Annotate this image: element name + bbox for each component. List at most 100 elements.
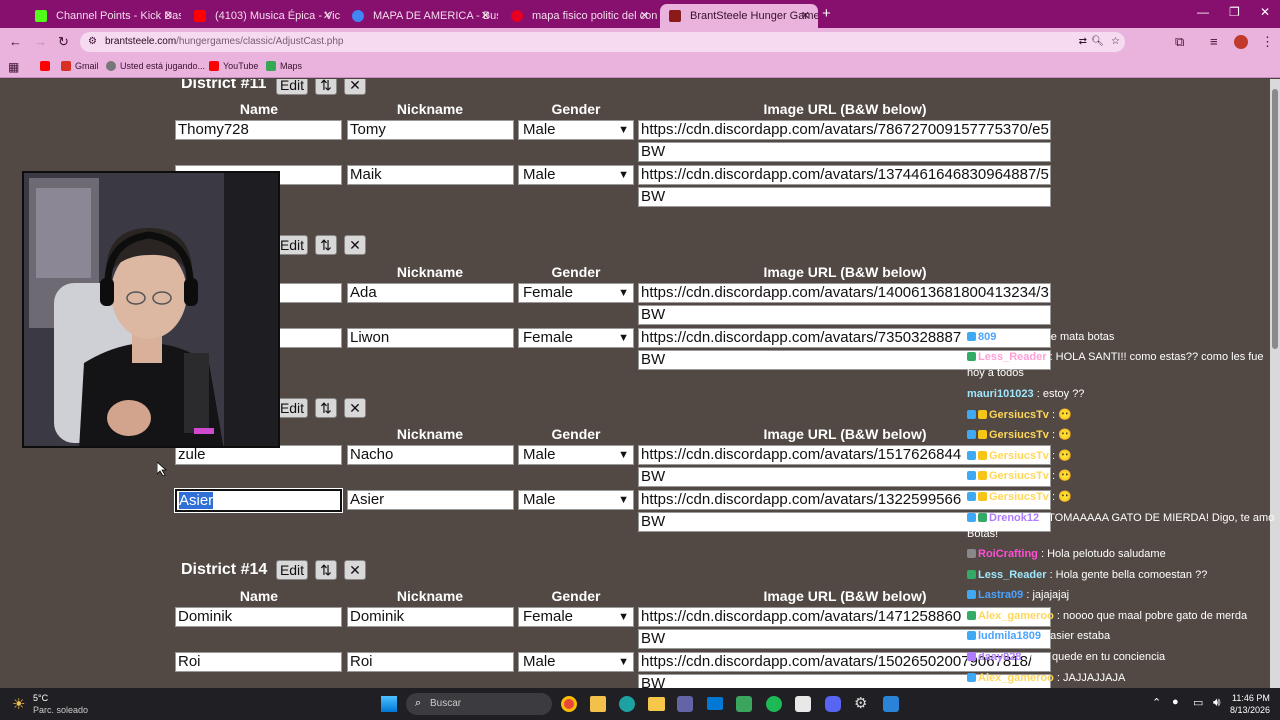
microphone-icon[interactable]: ●	[1172, 696, 1179, 708]
image-url-input[interactable]: https://cdn.discordapp.com/avatars/14006…	[638, 283, 1051, 303]
minimize-icon[interactable]: —	[1197, 5, 1209, 19]
security-icon[interactable]	[736, 696, 752, 712]
swap-icon[interactable]: ⇅	[315, 398, 337, 418]
network-icon[interactable]: ▭	[1193, 696, 1203, 709]
close-tab-icon[interactable]: ✕	[801, 9, 810, 22]
gender-select[interactable]: Female ▼	[518, 607, 634, 627]
mail-icon[interactable]	[707, 697, 723, 710]
tab[interactable]: mapa fisico politic del continen ✕	[502, 4, 657, 28]
translate-icon[interactable]: ⇄	[1079, 32, 1087, 52]
new-tab-icon[interactable]: +	[822, 5, 831, 22]
col-header-gender: Gender	[551, 588, 601, 604]
edit-button[interactable]: Edit	[276, 235, 308, 255]
file-explorer-icon[interactable]	[648, 697, 665, 711]
close-tab-icon[interactable]: ✕	[164, 9, 173, 22]
bookmark-star-icon[interactable]: ☆	[1111, 32, 1120, 52]
gender-select[interactable]: Female ▼	[518, 283, 634, 303]
nickname-input[interactable]: Tomy	[347, 120, 514, 140]
tab[interactable]: (4103) Musica Épica - Victory - ✕	[185, 4, 340, 28]
taskbar-search[interactable]: ⌕ Buscar	[406, 693, 552, 715]
weather-icon[interactable]: ☀	[12, 695, 25, 713]
delete-icon[interactable]: ✕	[344, 79, 366, 95]
gender-select[interactable]: Male ▼	[518, 652, 634, 672]
volume-icon[interactable]: 🔊︎	[1213, 695, 1221, 710]
settings-gear-icon[interactable]: ⚙	[854, 694, 867, 712]
gender-select[interactable]: Male ▼	[518, 490, 634, 510]
edge-icon[interactable]	[619, 696, 635, 712]
edit-button[interactable]: Edit	[276, 79, 308, 95]
zoom-icon[interactable]: 🔍︎	[1091, 32, 1104, 52]
gender-select[interactable]: Female ▼	[518, 328, 634, 348]
name-input-focused[interactable]: Asier	[174, 488, 343, 513]
swap-icon[interactable]: ⇅	[315, 560, 337, 580]
discord-icon[interactable]	[825, 696, 841, 712]
windows-start-icon[interactable]	[381, 696, 397, 712]
nickname-input[interactable]: Liwon	[347, 328, 514, 348]
chat-message: daay028 : que quede en tu conciencia	[967, 649, 1276, 665]
close-tab-icon[interactable]: ✕	[323, 9, 332, 22]
nickname-input[interactable]: Roi	[347, 652, 514, 672]
image-url-input[interactable]: https://cdn.discordapp.com/avatars/13744…	[638, 165, 1051, 185]
bookmark-youtube[interactable]: YouTube	[209, 61, 258, 71]
image-url-input[interactable]: https://cdn.discordapp.com/avatars/78672…	[638, 120, 1051, 140]
edit-button[interactable]: Edit	[276, 398, 308, 418]
badge-icon	[967, 451, 976, 460]
extensions-icon[interactable]: ⧉	[1175, 34, 1184, 50]
spotify-icon[interactable]	[766, 696, 782, 712]
chat-username: GersiucsTv	[989, 491, 1049, 503]
site-info-icon[interactable]: ⚙	[88, 32, 97, 52]
weather-temp[interactable]: 5°C	[33, 693, 48, 703]
bookmark-game[interactable]: Usted está jugando...	[106, 61, 205, 71]
gender-select[interactable]: Male ▼	[518, 165, 634, 185]
close-tab-icon[interactable]: ✕	[640, 9, 649, 22]
clock-date[interactable]: 8/13/2026	[1230, 705, 1270, 715]
gender-select[interactable]: Male ▼	[518, 120, 634, 140]
profile-avatar[interactable]	[1234, 35, 1248, 49]
bookmark-gmail[interactable]: Gmail	[61, 61, 99, 71]
youtube-icon	[209, 61, 219, 71]
badge-icon	[978, 410, 987, 419]
swap-icon[interactable]: ⇅	[315, 79, 337, 95]
store-icon[interactable]	[590, 696, 606, 712]
reload-icon[interactable]: ↻	[58, 34, 69, 50]
bw-url-input[interactable]: BW	[638, 187, 1051, 207]
tab[interactable]: Channel Points - Kick Dashboa ✕	[26, 4, 181, 28]
nickname-input[interactable]: Maik	[347, 165, 514, 185]
nickname-input[interactable]: Ada	[347, 283, 514, 303]
address-bar[interactable]: ⚙ brantsteele.com/hungergames/classic/Ad…	[80, 32, 1125, 52]
nickname-input[interactable]: Nacho	[347, 445, 514, 465]
delete-icon[interactable]: ✕	[344, 235, 366, 255]
clock-time[interactable]: 11:46 PM	[1232, 693, 1270, 703]
nickname-input[interactable]: Asier	[347, 490, 514, 510]
bw-url-input[interactable]: BW	[638, 142, 1051, 162]
gender-select[interactable]: Male ▼	[518, 445, 634, 465]
menu-list-icon[interactable]: ≡	[1210, 34, 1218, 49]
chrome-icon[interactable]	[561, 696, 577, 712]
delete-icon[interactable]: ✕	[344, 398, 366, 418]
name-input[interactable]: Roi	[175, 652, 342, 672]
delete-icon[interactable]: ✕	[344, 560, 366, 580]
close-window-icon[interactable]: ✕	[1260, 5, 1270, 19]
maximize-icon[interactable]: ❐	[1229, 5, 1240, 19]
apps-grid-icon[interactable]: ▦	[8, 60, 19, 74]
name-input[interactable]: Dominik	[175, 607, 342, 627]
weather-desc[interactable]: Parc. soleado	[33, 705, 88, 715]
scrollbar-thumb[interactable]	[1272, 89, 1278, 349]
app-icon[interactable]	[883, 696, 899, 712]
name-input[interactable]: Thomy728	[175, 120, 342, 140]
forward-icon[interactable]: →	[34, 34, 47, 49]
edit-button[interactable]: Edit	[276, 560, 308, 580]
obs-icon[interactable]	[795, 696, 811, 712]
tab[interactable]: MAPA DE AMERICA - Buscar co ✕	[343, 4, 498, 28]
swap-icon[interactable]: ⇅	[315, 235, 337, 255]
bookmark-maps[interactable]: Maps	[266, 61, 302, 71]
bw-url-input[interactable]: BW	[638, 305, 1051, 325]
kebab-menu-icon[interactable]: ⋮	[1261, 34, 1274, 50]
tab-active[interactable]: BrantSteele Hunger Games Sim ✕	[660, 4, 818, 28]
name-input[interactable]: zule	[175, 445, 342, 465]
nickname-input[interactable]: Dominik	[347, 607, 514, 627]
teams-icon[interactable]	[677, 696, 693, 712]
back-icon[interactable]: ←	[9, 34, 22, 49]
tray-chevron-icon[interactable]: ⌃	[1152, 696, 1161, 709]
close-tab-icon[interactable]: ✕	[481, 9, 490, 22]
